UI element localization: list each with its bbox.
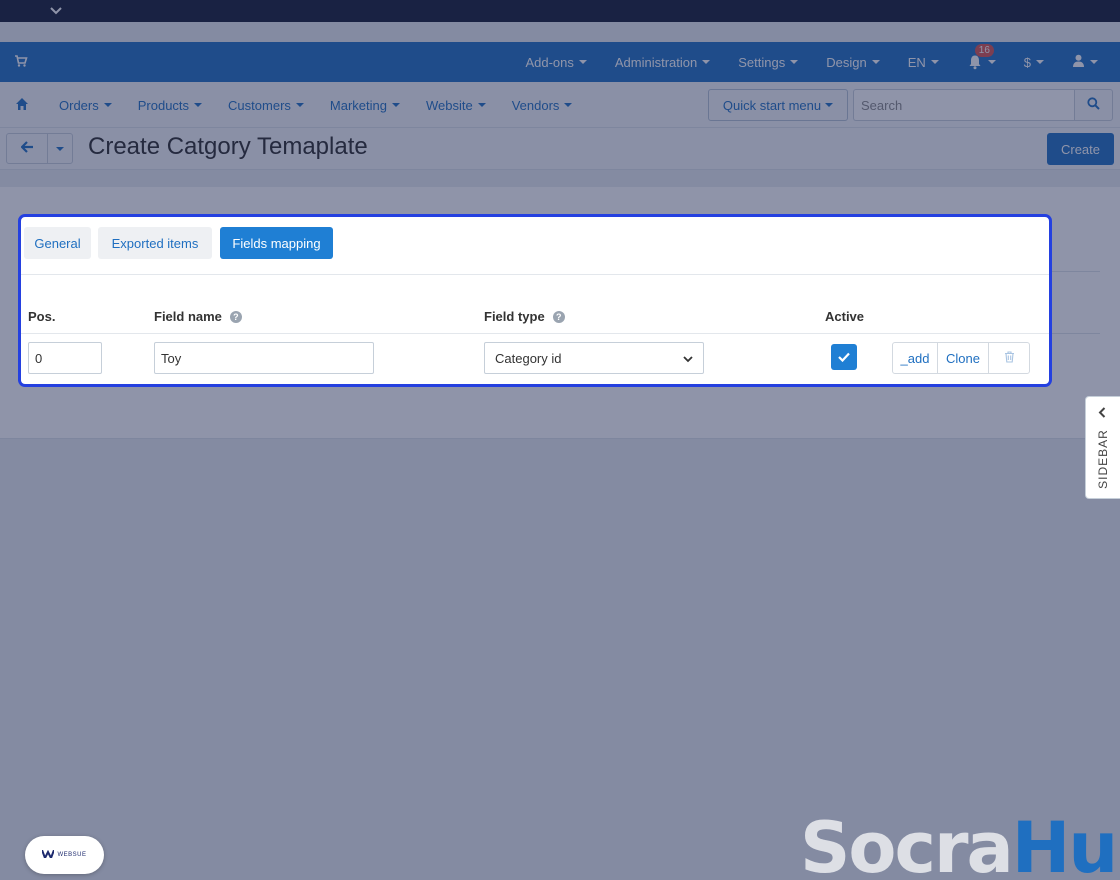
websue-logo-icon (41, 849, 56, 861)
clone-label: Clone (946, 350, 980, 366)
clone-button[interactable]: Clone (938, 343, 989, 373)
column-header-field-name: Field name ? (154, 309, 242, 324)
brand-badge[interactable]: WEBSUE (25, 836, 104, 874)
header-label: Active (825, 309, 865, 324)
chevron-down-icon (683, 351, 693, 366)
watermark: SocraHub (800, 808, 1120, 880)
fields-mapping-panel: General Exported items Fields mapping Po… (18, 214, 1052, 387)
tab-label: Exported items (111, 235, 199, 251)
sidebar-toggle[interactable]: SIDEBAR (1085, 396, 1120, 499)
row-actions: _add Clone (892, 342, 1030, 374)
header-label: Field type (484, 309, 545, 324)
tab-exported-items[interactable]: Exported items (98, 227, 212, 259)
position-input[interactable]: 0 (28, 342, 102, 374)
delete-button[interactable] (989, 343, 1029, 373)
active-checkbox[interactable] (831, 344, 857, 370)
sidebar-label: SIDEBAR (1096, 429, 1110, 489)
field-type-select[interactable]: Category id (484, 342, 704, 374)
field-name-input[interactable]: Toy (154, 342, 374, 374)
column-header-field-type: Field type ? (484, 309, 565, 324)
field-name-value: Toy (161, 350, 182, 366)
header-label: Field name (154, 309, 222, 324)
position-value: 0 (35, 350, 43, 366)
brand-logo-text: WEBSUE (57, 852, 87, 858)
trash-icon (1004, 350, 1015, 366)
tab-fields-mapping[interactable]: Fields mapping (220, 227, 333, 259)
tab-general[interactable]: General (24, 227, 91, 259)
dim-overlay (0, 0, 1120, 880)
header-label: Pos. (28, 309, 56, 324)
field-type-value: Category id (495, 350, 562, 366)
column-header-pos: Pos. (28, 309, 55, 324)
tab-label: Fields mapping (232, 235, 321, 251)
help-icon[interactable]: ? (229, 310, 242, 323)
help-icon[interactable]: ? (552, 310, 565, 323)
watermark-part1: Socra (800, 807, 1014, 880)
chevron-left-icon (1098, 407, 1106, 421)
add-button[interactable]: _add (893, 343, 938, 373)
tab-bar: General Exported items Fields mapping (21, 217, 1049, 275)
checkmark-icon (838, 350, 850, 365)
tab-label: General (34, 235, 81, 251)
column-header-active: Active (825, 309, 864, 324)
watermark-part2: Hub (1011, 807, 1120, 880)
row-divider (21, 333, 1049, 334)
add-label: _add (900, 350, 930, 366)
